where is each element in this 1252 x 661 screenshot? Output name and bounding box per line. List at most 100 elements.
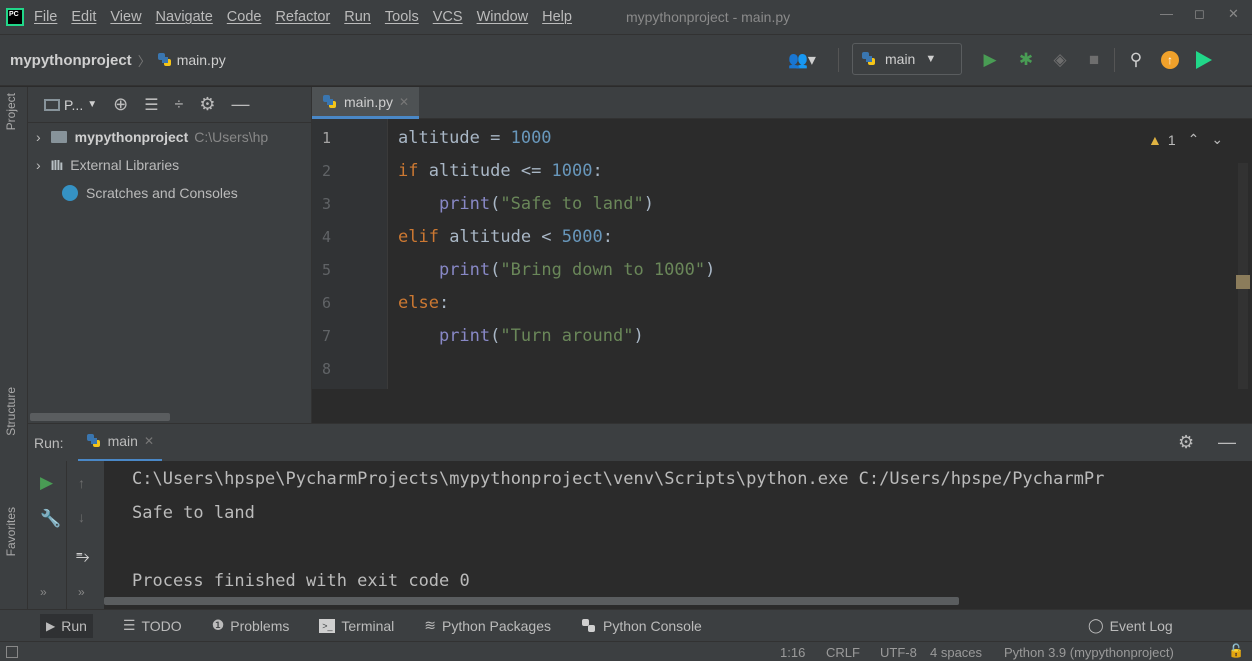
- user-account-icon[interactable]: 👥▾: [788, 50, 816, 70]
- caret-position[interactable]: 1:16: [780, 645, 805, 660]
- menu-navigate[interactable]: Navigate: [156, 9, 213, 25]
- project-view-label: P...: [64, 96, 84, 113]
- tool-tab-todo[interactable]: ☰ TODO: [123, 617, 182, 634]
- previous-highlight-icon[interactable]: ⌃: [1188, 131, 1200, 148]
- tool-tab-python-packages[interactable]: ≋ Python Packages: [424, 617, 551, 634]
- more-actions-icon[interactable]: »: [78, 585, 85, 599]
- tool-tab-problems[interactable]: ❶ Problems: [212, 617, 290, 634]
- editor-tab-main-py[interactable]: main.py ✕: [312, 87, 420, 119]
- divider: [66, 461, 67, 609]
- chevron-right-icon[interactable]: ›: [36, 129, 41, 145]
- favorites-tool-tab[interactable]: Favorites: [4, 507, 18, 556]
- scroll-down-icon[interactable]: ↓: [78, 509, 85, 525]
- library-icon: Illı: [50, 157, 64, 173]
- settings-gear-icon[interactable]: ⚙: [199, 94, 215, 115]
- python-interpreter[interactable]: Python 3.9 (mypythonproject): [1004, 645, 1174, 660]
- search-icon[interactable]: ⚲: [1126, 50, 1146, 70]
- tool-tab-python-console[interactable]: Python Console: [581, 618, 702, 634]
- close-icon[interactable]: ✕: [1228, 6, 1239, 22]
- breadcrumb-project[interactable]: mypythonproject: [10, 52, 132, 69]
- tool-tab-label: Python Console: [603, 617, 702, 634]
- menu-refactor[interactable]: Refactor: [275, 9, 330, 25]
- run-tool-header: Run: main ✕ ⚙ —: [28, 423, 1252, 462]
- menu-run[interactable]: Run: [344, 9, 371, 25]
- menu-tools[interactable]: Tools: [385, 9, 419, 25]
- window-title: mypythonproject - main.py: [625, 9, 791, 25]
- menu-window[interactable]: Window: [477, 9, 529, 25]
- toggle-tool-windows-icon[interactable]: [6, 646, 18, 658]
- code-with-me-icon[interactable]: [1194, 50, 1214, 70]
- settings-gear-icon[interactable]: ⚙: [1178, 432, 1194, 453]
- edit-configuration-icon[interactable]: 🔧: [40, 509, 61, 529]
- run-icon[interactable]: ▶: [980, 50, 1000, 70]
- tree-item-external-libraries[interactable]: › Illı External Libraries: [28, 151, 179, 179]
- project-panel-scrollbar[interactable]: [30, 413, 170, 421]
- menu-view[interactable]: View: [110, 9, 141, 25]
- tool-tab-run[interactable]: ▶ Run: [40, 613, 93, 638]
- update-icon[interactable]: ↑: [1160, 50, 1180, 70]
- menu-vcs[interactable]: VCS: [433, 9, 463, 25]
- console-line: Process finished with exit code 0: [132, 571, 470, 591]
- console-horizontal-scrollbar[interactable]: [104, 597, 959, 605]
- rerun-icon[interactable]: ▶: [40, 473, 53, 493]
- lock-icon[interactable]: 🔓: [1228, 643, 1244, 659]
- run-configuration-dropdown[interactable]: main ▼: [852, 43, 962, 75]
- tool-tab-label: Terminal: [341, 617, 395, 634]
- run-configuration-label: main: [885, 51, 916, 67]
- tree-item-project-root[interactable]: › mypythonproject C:\Users\hp: [28, 123, 311, 151]
- console-line: C:\Users\hpspe\PycharmProjects\mypythonp…: [132, 469, 1105, 489]
- project-panel: P... ▼ ⊕ ☰ ÷ ⚙ — › mypythonproject C:\Use…: [28, 87, 312, 423]
- menu-code[interactable]: Code: [227, 9, 262, 25]
- project-view-dropdown[interactable]: P... ▼: [44, 97, 97, 113]
- soft-wrap-icon[interactable]: ⥱: [76, 547, 90, 567]
- menu-edit[interactable]: Edit: [71, 9, 96, 25]
- line-number: 2: [322, 162, 332, 180]
- run-config-tab[interactable]: main ✕: [77, 424, 162, 462]
- hide-panel-icon[interactable]: —: [1218, 432, 1236, 453]
- maximize-icon[interactable]: ◻: [1194, 6, 1205, 22]
- code-editor[interactable]: 1 2 3 4 5 6 7 8 altitude = 1000 if altit…: [312, 119, 1252, 423]
- line-number-gutter: 1 2 3 4 5 6 7 8: [312, 119, 388, 389]
- editor-tab-bar: main.py ✕: [312, 87, 1252, 119]
- line-number: 1: [322, 129, 332, 147]
- locate-file-icon[interactable]: ⊕: [113, 94, 128, 115]
- run-label: Run:: [34, 434, 64, 451]
- inspection-widget[interactable]: ▲ 1 ⌃ ⌄: [1148, 131, 1223, 148]
- indent-setting[interactable]: 4 spaces: [930, 645, 982, 660]
- close-tab-icon[interactable]: ✕: [144, 434, 154, 448]
- run-with-coverage-icon[interactable]: ◈: [1050, 50, 1070, 70]
- menu-help[interactable]: Help: [542, 9, 572, 25]
- tool-tab-label: Run: [61, 617, 87, 634]
- expand-all-icon[interactable]: ☰: [144, 95, 158, 115]
- tree-item-label: Scratches and Consoles: [86, 185, 238, 201]
- next-highlight-icon[interactable]: ⌄: [1211, 131, 1223, 148]
- more-actions-icon[interactable]: »: [40, 585, 47, 599]
- stop-icon[interactable]: ■: [1084, 50, 1104, 70]
- file-encoding[interactable]: UTF-8: [880, 645, 917, 660]
- project-tool-tab[interactable]: Project: [4, 93, 18, 130]
- breadcrumb-file[interactable]: main.py: [177, 52, 226, 68]
- pycharm-logo-icon: PC: [6, 8, 24, 26]
- hide-panel-icon[interactable]: —: [231, 94, 249, 115]
- run-config-tab-label: main: [107, 433, 138, 449]
- debug-icon[interactable]: ✱: [1016, 50, 1036, 70]
- event-log-icon: ◯: [1088, 617, 1104, 633]
- line-number: 3: [322, 195, 332, 213]
- minimize-icon[interactable]: —: [1160, 6, 1173, 21]
- scrollbar-marker: [1236, 275, 1250, 289]
- run-icon: ▶: [46, 618, 56, 633]
- tree-item-label: mypythonproject: [74, 129, 189, 145]
- line-separator[interactable]: CRLF: [826, 645, 860, 660]
- collapse-all-icon[interactable]: ÷: [175, 96, 184, 114]
- code-line-6: else:: [398, 293, 450, 313]
- menu-file[interactable]: File: [34, 9, 57, 25]
- tool-tab-terminal[interactable]: >_ Terminal: [319, 618, 394, 634]
- scroll-up-icon[interactable]: ↑: [78, 475, 85, 491]
- chevron-right-icon[interactable]: ›: [36, 157, 41, 173]
- run-console[interactable]: C:\Users\hpspe\PycharmProjects\mypythonp…: [104, 461, 1252, 609]
- python-console-icon: [582, 618, 595, 632]
- close-tab-icon[interactable]: ✕: [399, 95, 409, 109]
- structure-tool-tab[interactable]: Structure: [4, 387, 18, 436]
- tool-tab-event-log[interactable]: ◯ Event Log: [1088, 617, 1173, 634]
- tree-item-scratches[interactable]: Scratches and Consoles: [28, 179, 238, 207]
